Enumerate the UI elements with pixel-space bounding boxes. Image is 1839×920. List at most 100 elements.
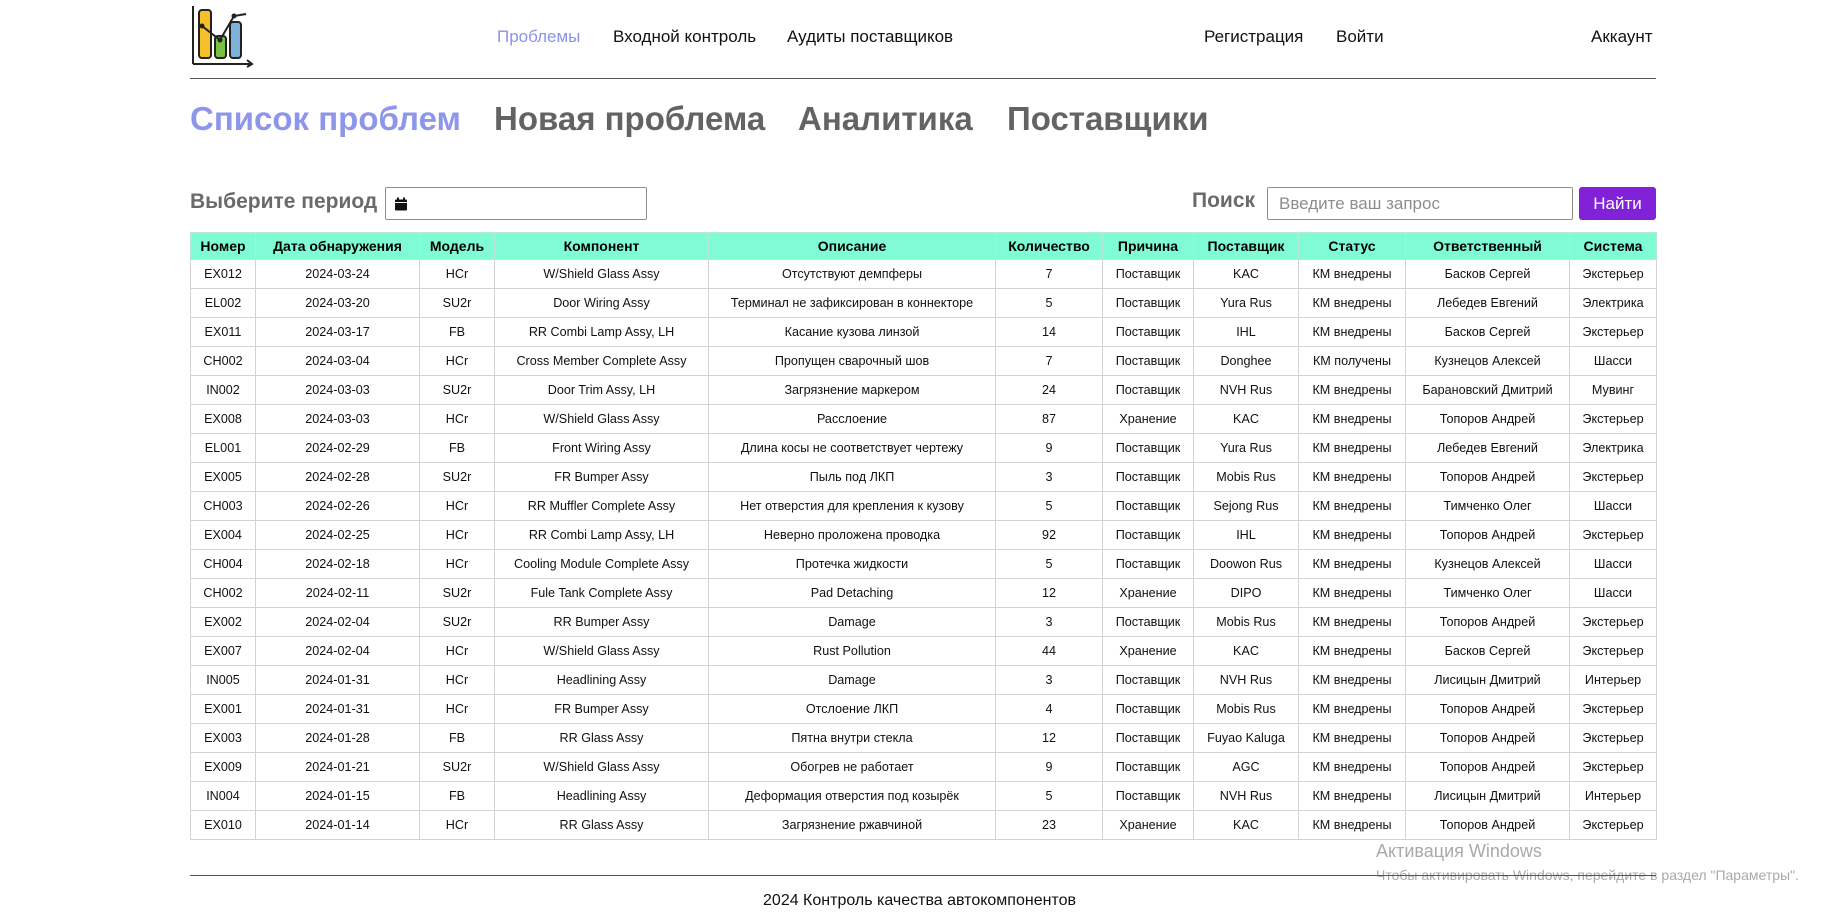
col-supplier-cell: Donghee xyxy=(1193,346,1299,376)
table-row[interactable]: EX004 2024-02-25 HCr RR Combi Lamp Assy, LH… xyxy=(190,520,1657,550)
col-model-cell: SU2r xyxy=(419,288,495,318)
col-status-cell: КМ внедрены xyxy=(1298,491,1406,521)
calendar-icon[interactable] xyxy=(394,197,408,211)
table-row[interactable]: EX008 2024-03-03 HCr W/Shield Glass Assy Рас… xyxy=(190,404,1657,434)
col-responsible-cell: Лисицын Дмитрий xyxy=(1405,665,1570,695)
tab-analytics[interactable]: Аналитика xyxy=(798,100,973,138)
col-description-cell: Неверно проложена проводка xyxy=(708,520,996,550)
table-row[interactable]: EX010 2024-01-14 HCr RR Glass Assy Загрязнен… xyxy=(190,810,1657,840)
col-model-cell: HCr xyxy=(419,694,495,724)
table-row[interactable]: CH003 2024-02-26 HCr RR Muffler Complete As… xyxy=(190,491,1657,521)
table-row[interactable]: CH004 2024-02-18 HCr Cooling Module Complet… xyxy=(190,549,1657,579)
col-description-header[interactable]: Описание xyxy=(708,232,996,260)
col-model-header[interactable]: Модель xyxy=(419,232,495,260)
col-quantity-cell: 7 xyxy=(995,346,1103,376)
col-component-cell: Cross Member Complete Assy xyxy=(494,346,709,376)
col-system-cell: Экстерьер xyxy=(1569,636,1657,666)
table-row[interactable]: EL002 2024-03-20 SU2r Door Wiring Assy Терми… xyxy=(190,288,1657,318)
table-row[interactable]: CH002 2024-02-11 SU2r Fule Tank Complete As… xyxy=(190,578,1657,608)
table-row[interactable]: EX007 2024-02-04 HCr W/Shield Glass Assy Rus… xyxy=(190,636,1657,666)
col-component-header[interactable]: Компонент xyxy=(494,232,709,260)
nav-supplier-audits[interactable]: Аудиты поставщиков xyxy=(787,27,953,47)
table-row[interactable]: IN004 2024-01-15 FB Headlining Assy Деформац… xyxy=(190,781,1657,811)
col-supplier-cell: NVH Rus xyxy=(1193,781,1299,811)
nav-login[interactable]: Войти xyxy=(1336,27,1384,47)
col-cause-cell: Поставщик xyxy=(1102,462,1194,492)
tab-issue-list[interactable]: Список проблем xyxy=(190,100,461,138)
nav-account[interactable]: Аккаунт xyxy=(1591,27,1653,47)
col-supplier-cell: DIPO xyxy=(1193,578,1299,608)
col-component-cell: RR Muffler Complete Assy xyxy=(494,491,709,521)
period-picker[interactable] xyxy=(385,187,647,220)
col-responsible-cell: Топоров Андрей xyxy=(1405,694,1570,724)
col-responsible-cell: Топоров Андрей xyxy=(1405,752,1570,782)
col-component-cell: W/Shield Glass Assy xyxy=(494,404,709,434)
col-status-cell: КМ внедрены xyxy=(1298,375,1406,405)
col-description-cell: Загрязнение маркером xyxy=(708,375,996,405)
col-responsible-cell: Лисицын Дмитрий xyxy=(1405,781,1570,811)
col-description-cell: Отслоение ЛКП xyxy=(708,694,996,724)
col-quantity-header[interactable]: Количество xyxy=(995,232,1103,260)
col-cause-header[interactable]: Причина xyxy=(1102,232,1194,260)
col-detection-date-cell: 2024-01-14 xyxy=(255,810,420,840)
search-button[interactable]: Найти xyxy=(1579,187,1656,220)
col-responsible-header[interactable]: Ответственный xyxy=(1405,232,1570,260)
nav-problems[interactable]: Проблемы xyxy=(497,27,580,47)
col-quantity-cell: 12 xyxy=(995,723,1103,753)
col-description-cell: Нет отверстия для крепления к кузову xyxy=(708,491,996,521)
col-system-cell: Электрика xyxy=(1569,433,1657,463)
chart-logo-icon[interactable] xyxy=(190,4,254,68)
col-cause-cell: Поставщик xyxy=(1102,288,1194,318)
col-system-header[interactable]: Система xyxy=(1569,232,1657,260)
table-header-row: Номер Дата обнаружения Модель Компонент Опис… xyxy=(190,232,1657,260)
col-model-cell: HCr xyxy=(419,346,495,376)
table-row[interactable]: EX012 2024-03-24 HCr W/Shield Glass Assy Отс… xyxy=(190,259,1657,289)
col-status-cell: КМ внедрены xyxy=(1298,723,1406,753)
col-supplier-header[interactable]: Поставщик xyxy=(1193,232,1299,260)
table-row[interactable]: EX001 2024-01-31 HCr FR Bumper Assy Отслоени… xyxy=(190,694,1657,724)
col-cause-cell: Поставщик xyxy=(1102,723,1194,753)
col-quantity-cell: 9 xyxy=(995,752,1103,782)
col-component-cell: FR Bumper Assy xyxy=(494,694,709,724)
col-description-cell: Пятна внутри стекла xyxy=(708,723,996,753)
col-supplier-cell: Mobis Rus xyxy=(1193,462,1299,492)
col-status-cell: КМ внедрены xyxy=(1298,607,1406,637)
col-description-cell: Pad Detaching xyxy=(708,578,996,608)
table-row[interactable]: EL001 2024-02-29 FB Front Wiring Assy Длина … xyxy=(190,433,1657,463)
col-system-cell: Шасси xyxy=(1569,346,1657,376)
nav-register[interactable]: Регистрация xyxy=(1204,27,1303,47)
table-row[interactable]: EX002 2024-02-04 SU2r RR Bumper Assy Damage 3… xyxy=(190,607,1657,637)
table-row[interactable]: EX011 2024-03-17 FB RR Combi Lamp Assy, LH К… xyxy=(190,317,1657,347)
col-supplier-cell: Sejong Rus xyxy=(1193,491,1299,521)
col-status-cell: КМ внедрены xyxy=(1298,259,1406,289)
col-detection-date-cell: 2024-01-31 xyxy=(255,665,420,695)
col-supplier-cell: IHL xyxy=(1193,317,1299,347)
col-responsible-cell: Кузнецов Алексей xyxy=(1405,346,1570,376)
col-cause-cell: Поставщик xyxy=(1102,549,1194,579)
tab-new-issue[interactable]: Новая проблема xyxy=(494,100,765,138)
table-row[interactable]: CH002 2024-03-04 HCr Cross Member Complete … xyxy=(190,346,1657,376)
tab-suppliers[interactable]: Поставщики xyxy=(1007,100,1209,138)
col-supplier-cell: IHL xyxy=(1193,520,1299,550)
col-detection-date-cell: 2024-03-04 xyxy=(255,346,420,376)
col-detection-date-header[interactable]: Дата обнаружения xyxy=(255,232,420,260)
search-input[interactable] xyxy=(1267,187,1573,220)
col-status-header[interactable]: Статус xyxy=(1298,232,1406,260)
col-number-header[interactable]: Номер xyxy=(190,232,256,260)
col-responsible-cell: Топоров Андрей xyxy=(1405,810,1570,840)
col-number-cell: CH002 xyxy=(190,578,256,608)
table-row[interactable]: IN005 2024-01-31 HCr Headlining Assy Damage 3… xyxy=(190,665,1657,695)
col-system-cell: Электрика xyxy=(1569,288,1657,318)
table-row[interactable]: IN002 2024-03-03 SU2r Door Trim Assy, LH Заг… xyxy=(190,375,1657,405)
table-row[interactable]: EX003 2024-01-28 FB RR Glass Assy Пятна внут… xyxy=(190,723,1657,753)
nav-incoming-control[interactable]: Входной контроль xyxy=(613,27,756,47)
col-number-cell: EX011 xyxy=(190,317,256,347)
col-quantity-cell: 12 xyxy=(995,578,1103,608)
table-row[interactable]: EX009 2024-01-21 SU2r W/Shield Glass Assy Об… xyxy=(190,752,1657,782)
table-body: EX012 2024-03-24 HCr W/Shield Glass Assy Отс… xyxy=(190,259,1657,840)
col-quantity-cell: 24 xyxy=(995,375,1103,405)
col-cause-cell: Поставщик xyxy=(1102,781,1194,811)
col-quantity-cell: 7 xyxy=(995,259,1103,289)
col-status-cell: КМ внедрены xyxy=(1298,520,1406,550)
table-row[interactable]: EX005 2024-02-28 SU2r FR Bumper Assy Пыль по… xyxy=(190,462,1657,492)
